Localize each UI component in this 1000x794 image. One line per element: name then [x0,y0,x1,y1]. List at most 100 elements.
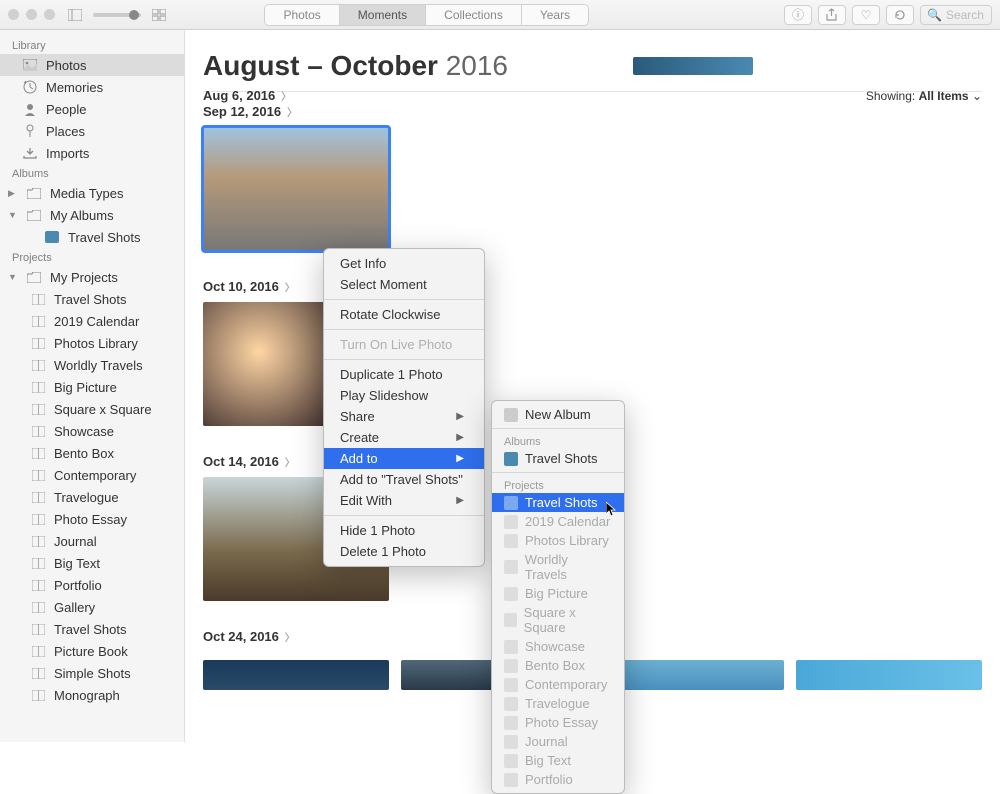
menu-item-get-info[interactable]: Get Info [324,253,484,274]
moment-date[interactable]: Sep 12, 2016〉 [203,104,982,119]
thumbnail-size-icon[interactable] [151,7,167,23]
submenu-item-photos-library[interactable]: Photos Library [492,531,624,550]
sidebar-item-big-text[interactable]: Big Text [0,552,184,574]
sidebar-item-media-types[interactable]: ▶Media Types [0,182,184,204]
submenu-item-portfolio[interactable]: Portfolio [492,770,624,789]
favorite-button[interactable]: ♡ [852,5,880,25]
photo-thumbnail[interactable] [203,127,389,251]
share-button[interactable] [818,5,846,25]
menu-item-hide-1-photo[interactable]: Hide 1 Photo [324,520,484,541]
sidebar-item-gallery[interactable]: Gallery [0,596,184,618]
view-tab-moments[interactable]: Moments [340,5,426,25]
submenu-item-worldly-travels[interactable]: Worldly Travels [492,550,624,584]
sidebar-item-picture-book[interactable]: Picture Book [0,640,184,662]
info-button[interactable]: ⓘ [784,5,812,25]
menu-item-add-to-travel-shots-[interactable]: Add to "Travel Shots" [324,469,484,490]
submenu-item-label: Photos Library [525,533,609,548]
photo-thumbnail[interactable] [796,660,982,690]
sidebar-item-label: Showcase [54,424,114,439]
moment-date[interactable]: Aug 6, 2016〉 [203,88,291,103]
menu-item-duplicate-1-photo[interactable]: Duplicate 1 Photo [324,364,484,385]
submenu-item-2019-calendar[interactable]: 2019 Calendar [492,512,624,531]
photo-thumbnail[interactable] [203,660,389,690]
zoom-slider-thumb[interactable] [129,10,139,20]
sidebar-item-big-picture[interactable]: Big Picture [0,376,184,398]
sidebar-item-travel-shots[interactable]: Travel Shots [0,618,184,640]
menu-item-play-slideshow[interactable]: Play Slideshow [324,385,484,406]
menu-item-delete-1-photo[interactable]: Delete 1 Photo [324,541,484,562]
submenu-item-travelogue[interactable]: Travelogue [492,694,624,713]
search-input[interactable]: 🔍Search [920,5,992,25]
sidebar-item-people[interactable]: People [0,98,184,120]
sidebar-item-square-x-square[interactable]: Square x Square [0,398,184,420]
book-icon [30,335,46,351]
sidebar-item-label: My Projects [50,270,118,285]
sidebar-item-contemporary[interactable]: Contemporary [0,464,184,486]
book-icon [30,621,46,637]
disclosure-triangle-icon[interactable]: ▶ [8,188,18,199]
menu-item-add-to[interactable]: Add to▶ [324,448,484,469]
menu-item-label: Rotate Clockwise [340,307,440,322]
minimize-window-button[interactable] [26,9,37,20]
menu-item-create[interactable]: Create▶ [324,427,484,448]
moment-date[interactable]: Oct 10, 2016〉 [203,279,982,294]
sidebar-item-journal[interactable]: Journal [0,530,184,552]
book-icon [30,445,46,461]
disclosure-triangle-icon[interactable]: ▼ [8,210,18,220]
sidebar-item-places[interactable]: Places [0,120,184,142]
sidebar-item-travelogue[interactable]: Travelogue [0,486,184,508]
sidebar-item-monograph[interactable]: Monograph [0,684,184,706]
close-window-button[interactable] [8,9,19,20]
menu-item-select-moment[interactable]: Select Moment [324,274,484,295]
book-icon [504,560,518,574]
menu-item-edit-with[interactable]: Edit With▶ [324,490,484,511]
submenu-arrow-icon: ▶ [456,411,464,422]
page-title: August – October 2016 [203,50,982,82]
submenu-item-travel-shots[interactable]: Travel Shots [492,449,624,468]
menu-separator [492,428,624,429]
sidebar-toggle-icon[interactable] [67,7,83,23]
fullscreen-window-button[interactable] [44,9,55,20]
sidebar-item-travel-shots[interactable]: Travel Shots [0,288,184,310]
submenu-item-travel-shots[interactable]: Travel Shots [492,493,624,512]
sidebar-item-portfolio[interactable]: Portfolio [0,574,184,596]
submenu-item-contemporary[interactable]: Contemporary [492,675,624,694]
view-tab-years[interactable]: Years [522,5,588,25]
menu-item-rotate-clockwise[interactable]: Rotate Clockwise [324,304,484,325]
sidebar-item-memories[interactable]: Memories [0,76,184,98]
submenu-item-label: 2019 Calendar [525,514,610,529]
sidebar-item-photos-library[interactable]: Photos Library [0,332,184,354]
submenu-item-showcase[interactable]: Showcase [492,637,624,656]
photo-thumbnail[interactable] [599,660,785,690]
submenu-item-big-picture[interactable]: Big Picture [492,584,624,603]
zoom-slider[interactable] [93,13,141,17]
submenu-item-label: Worldly Travels [525,552,612,582]
submenu-item-big-text[interactable]: Big Text [492,751,624,770]
menu-item-share[interactable]: Share▶ [324,406,484,427]
sidebar-item-imports[interactable]: Imports [0,142,184,164]
sidebar-item-showcase[interactable]: Showcase [0,420,184,442]
sidebar-item-photos[interactable]: Photos [0,54,184,76]
sidebar-item-my-projects[interactable]: ▼ My Projects [0,266,184,288]
sidebar-item-my-albums[interactable]: ▼My Albums [0,204,184,226]
sidebar-header-library: Library [0,36,184,54]
menu-item-label: Add to [340,451,378,466]
submenu-item-photo-essay[interactable]: Photo Essay [492,713,624,732]
submenu-item-bento-box[interactable]: Bento Box [492,656,624,675]
sidebar-item-bento-box[interactable]: Bento Box [0,442,184,464]
submenu-item-new-album[interactable]: New Album [492,405,624,424]
submenu-item-square-x-square[interactable]: Square x Square [492,603,624,637]
submenu-item-label: Square x Square [524,605,612,635]
view-tab-photos[interactable]: Photos [265,5,339,25]
sidebar-item-worldly-travels[interactable]: Worldly Travels [0,354,184,376]
disclosure-triangle-icon[interactable]: ▼ [8,272,18,282]
sidebar-item-travel-shots[interactable]: Travel Shots [0,226,184,248]
view-tab-collections[interactable]: Collections [426,5,522,25]
sidebar-item-simple-shots[interactable]: Simple Shots [0,662,184,684]
photo-thumbnail-partial[interactable] [633,57,753,75]
sidebar-item-photo-essay[interactable]: Photo Essay [0,508,184,530]
sidebar-item-2019-calendar[interactable]: 2019 Calendar [0,310,184,332]
showing-filter[interactable]: Showing: All Items ⌄ [866,89,982,103]
photos-icon [22,57,38,73]
rotate-button[interactable] [886,5,914,25]
